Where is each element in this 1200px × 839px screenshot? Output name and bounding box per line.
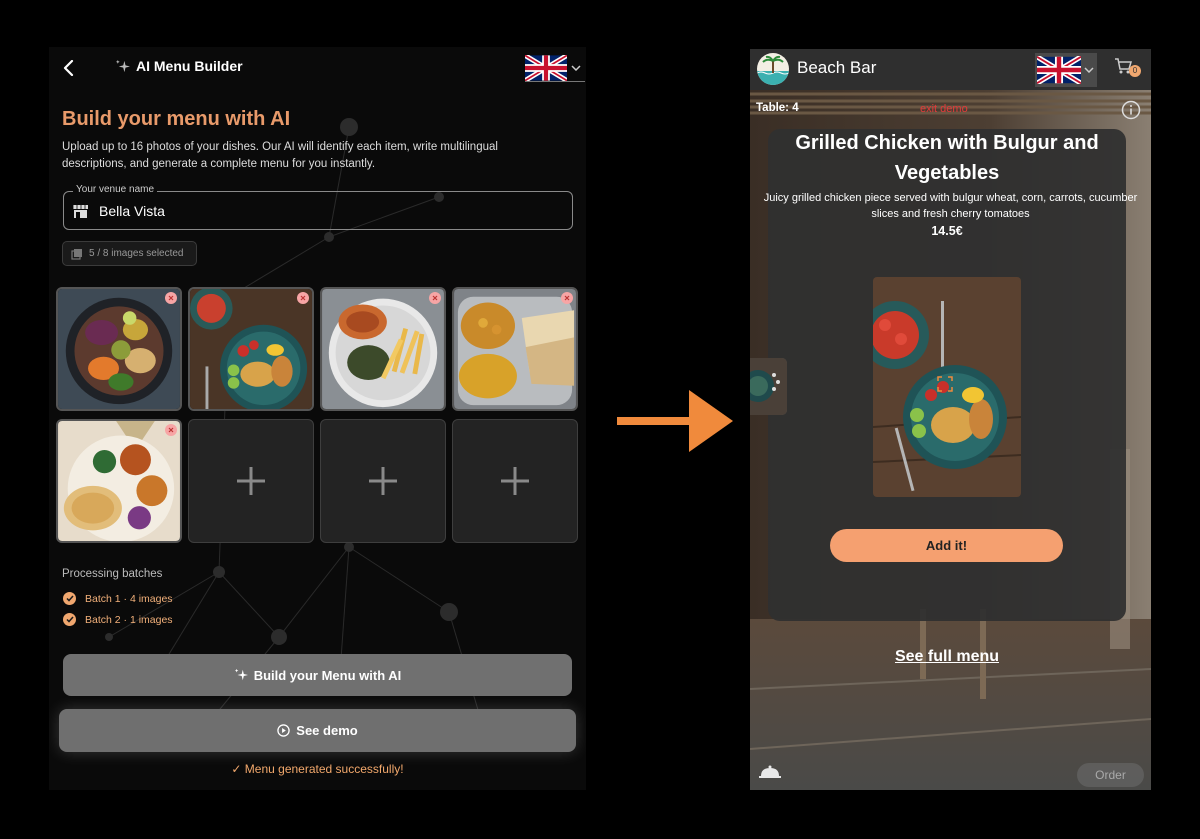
- build-menu-label: Build your Menu with AI: [253, 667, 402, 683]
- add-to-cart-button[interactable]: Add it!: [830, 529, 1063, 562]
- batch-label: Batch 1 · 4 images: [85, 592, 173, 605]
- menu-builder-screen: AI Menu Builder Build your menu with AI …: [49, 47, 586, 790]
- see-full-menu-link[interactable]: See full menu: [750, 648, 1144, 666]
- see-demo-label: See demo: [296, 723, 358, 738]
- photo-tile-grilled-chicken[interactable]: [188, 287, 314, 411]
- plus-icon: [501, 467, 529, 495]
- back-icon[interactable]: [57, 56, 81, 80]
- top-bar: Beach Bar 0: [750, 49, 1151, 90]
- plus-icon: [369, 467, 397, 495]
- venue-name-value: Bella Vista: [99, 203, 165, 219]
- add-photo-slot[interactable]: [452, 419, 578, 543]
- build-menu-button[interactable]: Build your Menu with AI: [63, 654, 572, 696]
- batch-label: Batch 2 · 1 images: [85, 613, 173, 626]
- batch-item: Batch 2 · 1 images: [63, 613, 173, 626]
- page-heading: Build your menu with AI: [62, 108, 291, 130]
- chevron-down-icon: [571, 64, 581, 71]
- success-message: ✓ Menu generated successfully!: [231, 762, 404, 776]
- remove-photo-icon[interactable]: [165, 424, 177, 436]
- arrow-right-icon: [617, 390, 733, 452]
- grilled-chicken-photo: [190, 289, 312, 409]
- sparkle-icon: [234, 668, 248, 681]
- expand-icon[interactable]: [937, 376, 953, 392]
- screen-title: AI Menu Builder: [115, 58, 243, 74]
- remove-photo-icon[interactable]: [165, 292, 177, 304]
- order-button[interactable]: Order: [1077, 763, 1144, 787]
- salad-bowl-photo: [58, 289, 180, 409]
- photo-tile-burger-fries[interactable]: [320, 287, 446, 411]
- info-icon[interactable]: [1121, 100, 1141, 120]
- venue-name-label: Your venue name: [73, 184, 158, 195]
- chevron-down-icon: [1084, 67, 1094, 73]
- images-selected-chip: 5 / 8 images selected: [62, 241, 197, 266]
- image-library-icon: [71, 248, 82, 260]
- check-icon: [63, 592, 76, 605]
- images-selected-text: 5 / 8 images selected: [89, 248, 184, 259]
- indian-platter-photo: [58, 421, 180, 541]
- remove-photo-icon[interactable]: [561, 292, 573, 304]
- dish-title: Grilled Chicken with Bulgur and Vegetabl…: [795, 132, 1099, 184]
- photo-tile-curry-thali[interactable]: [452, 287, 578, 411]
- remove-photo-icon[interactable]: [429, 292, 441, 304]
- exit-demo-link[interactable]: exit demo: [920, 103, 968, 115]
- dish-description: Juicy grilled chicken piece served with …: [763, 192, 1138, 220]
- language-select[interactable]: [1035, 53, 1097, 87]
- remove-photo-icon[interactable]: [297, 292, 309, 304]
- screen-title-text: AI Menu Builder: [136, 58, 243, 74]
- page-description: Upload up to 16 photos of your dishes. O…: [62, 141, 498, 170]
- previous-dish-thumbnail[interactable]: [750, 358, 787, 415]
- demo-menu-screen: Beach Bar 0 Table: 4 exit demo Grilled C…: [750, 49, 1151, 790]
- burger-fries-photo: [322, 289, 444, 409]
- photo-tile-indian-platter[interactable]: [56, 419, 182, 543]
- batches-title: Processing batches: [62, 568, 163, 580]
- table-label: Table: 4: [756, 102, 799, 114]
- play-circle-icon: [277, 724, 291, 737]
- check-icon: [63, 613, 76, 626]
- dish-price: 14.5€: [931, 224, 963, 238]
- see-demo-button[interactable]: See demo: [59, 709, 576, 752]
- top-bar: AI Menu Builder: [49, 47, 586, 87]
- storefront-icon: [72, 205, 88, 218]
- add-photo-slot[interactable]: [188, 419, 314, 543]
- venue-name-field[interactable]: Your venue name Bella Vista: [63, 184, 573, 230]
- photo-tile-salad-bowl[interactable]: [56, 287, 182, 411]
- plus-icon: [237, 467, 265, 495]
- sparkle-icon: [115, 59, 130, 72]
- call-waiter-bell-icon[interactable]: [759, 765, 781, 779]
- language-select[interactable]: [525, 54, 585, 82]
- curry-thali-photo: [454, 289, 576, 409]
- uk-flag-icon: [1037, 56, 1081, 84]
- venue-title: Beach Bar: [797, 58, 877, 77]
- beach-logo-icon: [757, 53, 789, 85]
- add-photo-slot[interactable]: [320, 419, 446, 543]
- cart-count-badge: 0: [1129, 65, 1141, 77]
- batch-item: Batch 1 · 4 images: [63, 592, 173, 605]
- uk-flag-icon: [525, 54, 567, 81]
